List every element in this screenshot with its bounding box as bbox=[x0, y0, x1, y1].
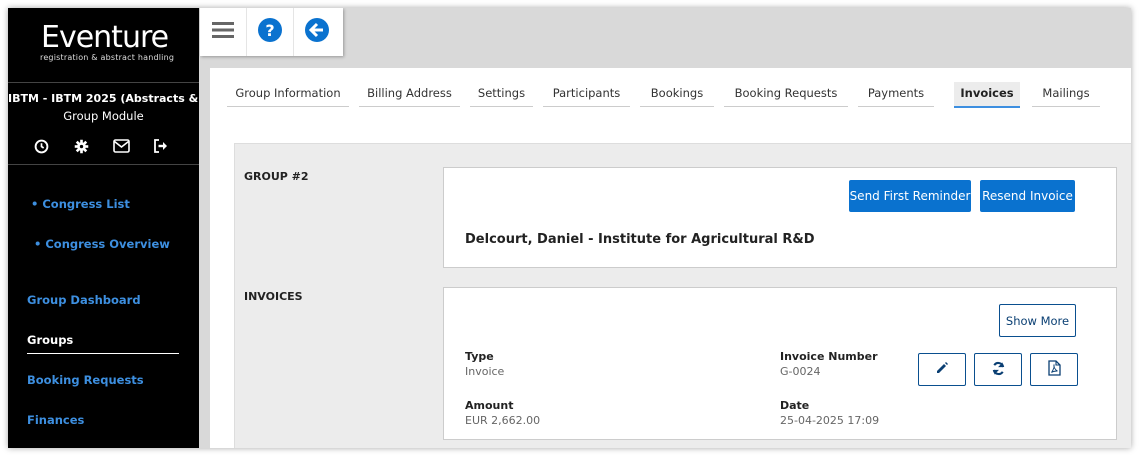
pdf-icon bbox=[1047, 360, 1061, 379]
sidebar-item-booking-requests[interactable]: Booking Requests bbox=[27, 373, 144, 387]
sidebar-item-groups[interactable]: Groups bbox=[27, 333, 73, 347]
edit-icon bbox=[935, 361, 949, 378]
module-name: Group Module bbox=[63, 109, 144, 123]
group-panel: GROUP #2 Send First Reminder Resend Invo… bbox=[234, 143, 1131, 448]
invoice-number-label: Invoice Number bbox=[780, 350, 878, 363]
refresh-icon bbox=[991, 361, 1006, 379]
invoice-number-value: G-0024 bbox=[780, 365, 821, 378]
regenerate-invoice-button[interactable] bbox=[974, 353, 1022, 386]
edit-invoice-button[interactable] bbox=[918, 353, 966, 386]
invoices-section-label: INVOICES bbox=[244, 290, 303, 303]
sidebar-item-congress-overview[interactable]: • Congress Overview bbox=[34, 237, 170, 251]
sidebar-divider bbox=[8, 164, 199, 165]
amount-label: Amount bbox=[465, 399, 514, 412]
tab-payments[interactable]: Payments bbox=[858, 82, 934, 107]
resend-invoice-button[interactable]: Resend Invoice bbox=[980, 180, 1075, 212]
help-button[interactable]: ? bbox=[247, 8, 294, 56]
date-label: Date bbox=[780, 399, 810, 412]
group-name: Delcourt, Daniel - Institute for Agricul… bbox=[465, 232, 815, 247]
active-item-underline bbox=[27, 353, 179, 354]
sidebar-item-finances[interactable]: Finances bbox=[27, 413, 84, 427]
group-card: Send First Reminder Resend Invoice Delco… bbox=[443, 167, 1117, 268]
invoice-card: Show More Type Invoice Invoice Number G-… bbox=[443, 287, 1117, 440]
gear-icon[interactable] bbox=[72, 137, 90, 155]
tab-settings[interactable]: Settings bbox=[470, 82, 533, 107]
download-pdf-button[interactable] bbox=[1030, 353, 1078, 386]
sidebar: Eventure registration & abstract handlin… bbox=[8, 8, 199, 448]
logo: Eventure bbox=[41, 20, 169, 55]
send-first-reminder-button[interactable]: Send First Reminder bbox=[849, 180, 971, 212]
sidebar-icon-bar bbox=[32, 137, 170, 155]
sidebar-divider bbox=[8, 82, 199, 83]
show-more-button[interactable]: Show More bbox=[999, 304, 1076, 337]
app-window: Eventure registration & abstract handlin… bbox=[8, 8, 1131, 448]
menu-button[interactable] bbox=[200, 8, 247, 56]
tab-group-information[interactable]: Group Information bbox=[227, 82, 349, 107]
type-value: Invoice bbox=[465, 365, 505, 378]
congress-name: IBTM - IBTM 2025 (Abstracts & Par... bbox=[8, 92, 199, 105]
group-section-label: GROUP #2 bbox=[244, 170, 309, 183]
tab-mailings[interactable]: Mailings bbox=[1032, 82, 1100, 107]
tab-booking-requests[interactable]: Booking Requests bbox=[724, 82, 848, 107]
logo-subtext: registration & abstract handling bbox=[40, 53, 175, 62]
back-arrow-icon bbox=[305, 18, 329, 46]
tab-participants[interactable]: Participants bbox=[543, 82, 630, 107]
back-button[interactable] bbox=[294, 8, 340, 56]
mail-icon[interactable] bbox=[112, 137, 130, 155]
date-value: 25-04-2025 17:09 bbox=[780, 414, 880, 427]
help-icon: ? bbox=[258, 18, 282, 46]
main-content: Group Information Billing Address Settin… bbox=[210, 68, 1131, 448]
tab-billing-address[interactable]: Billing Address bbox=[359, 82, 460, 107]
top-toolbar: ? bbox=[200, 8, 343, 56]
sidebar-item-congress-list[interactable]: • Congress List bbox=[31, 197, 130, 211]
svg-text:?: ? bbox=[265, 21, 274, 40]
type-label: Type bbox=[465, 350, 494, 363]
amount-value: EUR 2,662.00 bbox=[465, 414, 541, 427]
clock-icon[interactable] bbox=[32, 137, 50, 155]
menu-icon bbox=[212, 21, 234, 43]
logout-icon[interactable] bbox=[152, 137, 170, 155]
sidebar-item-group-dashboard[interactable]: Group Dashboard bbox=[27, 293, 141, 307]
tab-invoices[interactable]: Invoices bbox=[954, 82, 1020, 108]
tab-bookings[interactable]: Bookings bbox=[640, 82, 714, 107]
